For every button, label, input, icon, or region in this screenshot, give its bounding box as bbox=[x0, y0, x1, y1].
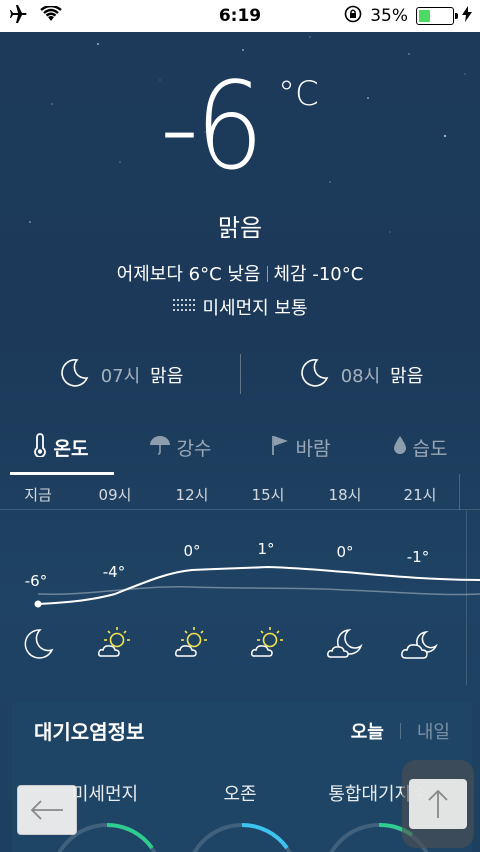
current-temperature: -6 bbox=[160, 58, 264, 197]
back-button[interactable] bbox=[17, 785, 77, 835]
thermometer-icon bbox=[32, 432, 48, 462]
moon-icon bbox=[297, 356, 331, 395]
flag-icon bbox=[270, 434, 290, 461]
temp-value: 0° bbox=[336, 543, 354, 561]
air-quality-title: 대기오염정보 bbox=[34, 720, 145, 744]
tab-label: 온도 bbox=[53, 437, 89, 460]
fine-dust-line: 미세먼지 보통 bbox=[0, 294, 480, 320]
time-label: 12시 bbox=[175, 486, 209, 504]
moon-cloud-icon bbox=[327, 629, 363, 658]
moon-icon bbox=[24, 629, 54, 659]
next-hours-row: 07시 맑음 08시 맑음 bbox=[0, 350, 480, 400]
tab-precipitation[interactable]: 강수 bbox=[120, 422, 240, 472]
temperature-graph: -6° -4° 0° 1° 0° -1° bbox=[0, 510, 480, 685]
yesterday-comparison: 어제보다 6°C 낮음 bbox=[116, 264, 261, 285]
airplane-icon bbox=[8, 4, 28, 28]
forecast-time-axis: 지금 09시 12시 15시 18시 21시 bbox=[0, 474, 480, 510]
sun-cloud-icon bbox=[251, 627, 283, 657]
rotation-lock-icon bbox=[344, 5, 362, 28]
time-label: 21시 bbox=[403, 486, 437, 504]
yesterday-temperature-curve bbox=[37, 586, 480, 596]
temp-value: -4° bbox=[102, 563, 126, 581]
tab-humidity[interactable]: 습도 bbox=[360, 422, 480, 472]
arrow-up-icon bbox=[428, 789, 448, 818]
battery-icon bbox=[416, 7, 458, 25]
arrow-left-icon bbox=[30, 800, 63, 820]
temp-value: 1° bbox=[257, 540, 275, 558]
tab-tomorrow[interactable]: 내일 bbox=[417, 718, 450, 744]
moon-cloud-icon bbox=[401, 631, 438, 659]
divider bbox=[399, 723, 401, 739]
battery-percent: 35% bbox=[370, 6, 408, 26]
comparison-line: 어제보다 6°C 낮음 체감 -10°C bbox=[0, 260, 480, 286]
feels-like: 체감 -10°C bbox=[273, 264, 364, 285]
moon-icon bbox=[57, 356, 91, 395]
status-bar: 6:19 35% bbox=[0, 0, 480, 32]
divider bbox=[240, 354, 241, 394]
divider bbox=[466, 510, 467, 685]
air-item-fine-dust: 미세먼지 bbox=[71, 784, 139, 805]
tab-label: 강수 bbox=[176, 437, 212, 460]
battery-fill bbox=[419, 10, 431, 22]
divider bbox=[459, 474, 460, 510]
fine-dust-status: 미세먼지 보통 bbox=[202, 298, 308, 319]
next-hour-condition: 맑음 bbox=[150, 366, 184, 387]
current-temperature-block: -6 °C bbox=[0, 68, 480, 208]
current-point bbox=[34, 600, 42, 608]
wifi-icon bbox=[40, 4, 62, 27]
charging-icon bbox=[462, 5, 472, 27]
umbrella-icon bbox=[149, 435, 171, 460]
next-hour-item: 07시 맑음 bbox=[0, 356, 240, 395]
temp-value: -1° bbox=[406, 548, 430, 566]
time-label: 15시 bbox=[251, 486, 285, 504]
tab-label: 습도 bbox=[412, 437, 448, 460]
temp-value: -6° bbox=[24, 572, 48, 590]
next-hour-time: 08시 bbox=[340, 366, 381, 387]
divider bbox=[266, 266, 268, 282]
scroll-to-top-inner bbox=[409, 779, 467, 829]
tab-temperature[interactable]: 온도 bbox=[0, 422, 120, 475]
sun-cloud-icon bbox=[175, 627, 207, 657]
time-label: 18시 bbox=[328, 486, 362, 504]
air-quality-day-tabs: 오늘 내일 bbox=[351, 718, 450, 744]
temperature-unit: °C bbox=[278, 74, 319, 114]
air-item-ozone: 오존 bbox=[223, 784, 257, 805]
status-right: 35% bbox=[344, 5, 472, 28]
scroll-to-top-button[interactable] bbox=[402, 760, 474, 848]
tab-label: 바람 bbox=[295, 437, 331, 460]
tab-wind[interactable]: 바람 bbox=[240, 422, 360, 472]
next-hour-item: 08시 맑음 bbox=[240, 356, 480, 395]
temp-value: 0° bbox=[183, 542, 201, 560]
sun-cloud-icon bbox=[98, 627, 130, 657]
status-left bbox=[8, 4, 118, 28]
time-label: 지금 bbox=[24, 486, 52, 504]
next-hour-time: 07시 bbox=[100, 366, 141, 387]
current-condition: 맑음 bbox=[217, 214, 263, 242]
dust-haze-icon bbox=[172, 297, 196, 318]
droplet-icon bbox=[393, 435, 407, 460]
time-label: 09시 bbox=[98, 486, 132, 504]
next-hour-condition: 맑음 bbox=[390, 366, 424, 387]
forecast-tabs: 온도 강수 바람 습도 bbox=[0, 422, 480, 475]
tab-today[interactable]: 오늘 bbox=[351, 718, 384, 744]
